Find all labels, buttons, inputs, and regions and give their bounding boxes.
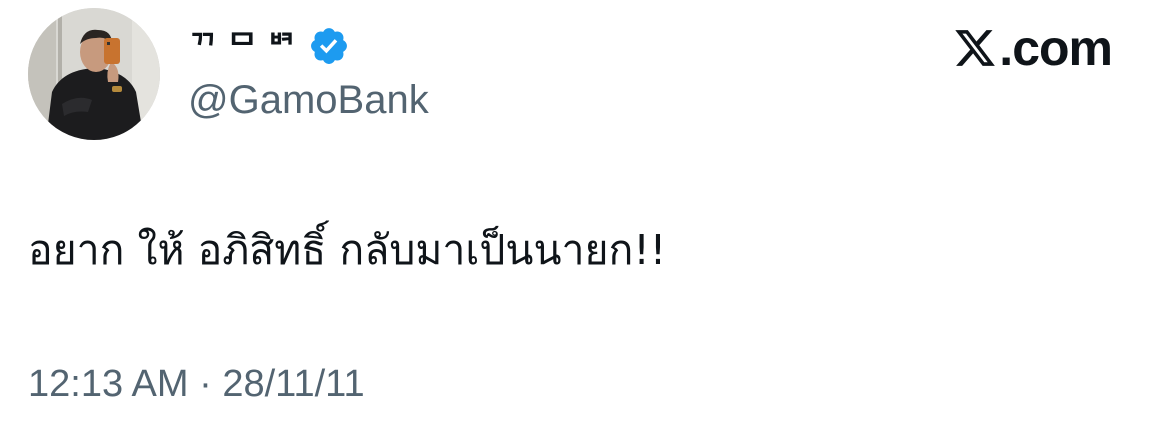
- tweet-timestamp[interactable]: 12:13 AM · 28/11/11: [28, 358, 365, 410]
- display-name[interactable]: ᄁᄆᄇᄏ: [188, 30, 306, 62]
- user-handle[interactable]: @GamoBank: [188, 76, 429, 124]
- tweet-card: ᄁᄆᄇᄏ @GamoBank .com อยาก ให้ อภิสิทธิ์ ก…: [0, 0, 1170, 429]
- x-brand: .com: [953, 20, 1113, 76]
- brand-domain-text: .com: [999, 20, 1113, 76]
- display-name-row[interactable]: ᄁᄆᄇᄏ: [188, 22, 350, 70]
- avatar[interactable]: [28, 8, 160, 140]
- avatar-photo: [28, 8, 160, 140]
- x-logo-icon: [955, 30, 996, 66]
- verified-badge-icon: [311, 28, 348, 64]
- tweet-text: อยาก ให้ อภิสิทธิ์ กลับมาเป็นนายก!!: [28, 226, 667, 274]
